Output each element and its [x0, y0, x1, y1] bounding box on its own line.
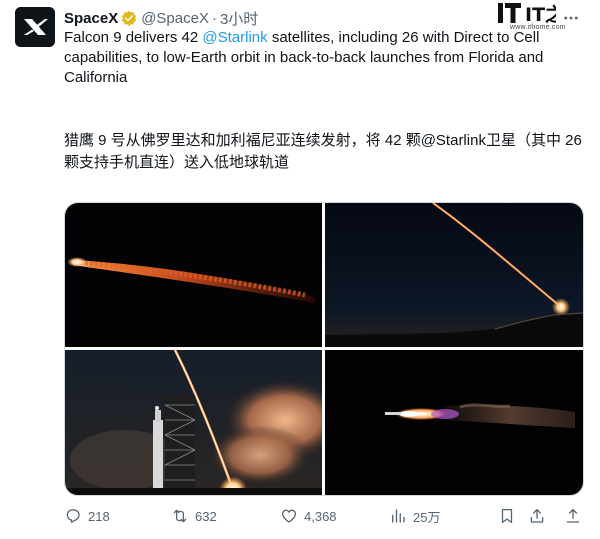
tweet-header: SpaceX @SpaceX · 3小时 [64, 8, 258, 28]
more-share-button[interactable] [564, 505, 582, 527]
rocket-night-icon [65, 203, 322, 347]
photo-launch-trail[interactable] [325, 203, 583, 347]
retweet-button[interactable]: 632 [171, 505, 217, 527]
upload-icon [566, 508, 580, 523]
launch-pad-icon [65, 350, 322, 495]
bookmark-icon [501, 508, 513, 524]
like-button[interactable]: 4,368 [280, 505, 337, 527]
more-horizontal-icon [564, 16, 578, 20]
author-name[interactable]: SpaceX [64, 10, 118, 27]
media-grid [64, 202, 584, 496]
avatar[interactable] [15, 7, 55, 47]
views-chart-icon [392, 509, 405, 523]
rocket-flame-icon [325, 350, 583, 495]
tweet-text-english: Falcon 9 delivers 42 @Starlink satellite… [64, 28, 584, 88]
watermark-logo-text: IT之家 [525, 3, 556, 25]
bookmark-button[interactable] [498, 505, 516, 527]
share-button[interactable] [528, 505, 546, 527]
reply-count: 218 [88, 508, 110, 524]
timestamp[interactable]: 3小时 [220, 8, 258, 29]
text-segment: Falcon 9 delivers 42 [64, 29, 203, 46]
like-count: 4,368 [304, 508, 337, 524]
retweet-icon [173, 509, 187, 523]
share-icon [530, 508, 544, 523]
spacex-logo-icon [15, 7, 55, 47]
heart-icon [281, 509, 297, 523]
photo-rocket-flame[interactable] [325, 350, 583, 495]
photo-launch-pad[interactable] [65, 350, 322, 495]
separator-dot: · [211, 9, 217, 27]
tweet-text-chinese: 猎鹰 9 号从佛罗里达和加利福尼亚连续发射，将 42 颗@Starlink卫星（… [64, 132, 582, 171]
retweet-count: 632 [195, 508, 217, 524]
more-options-button[interactable] [560, 9, 582, 27]
verified-icon [121, 10, 137, 26]
photo-rocket-night[interactable] [65, 203, 322, 347]
reply-button[interactable]: 218 [64, 505, 110, 527]
author-handle[interactable]: @SpaceX [141, 10, 209, 27]
tweet[interactable]: SpaceX @SpaceX · 3小时 IT之家 www.ithome.com… [0, 0, 600, 539]
views-count: 25万 [413, 509, 441, 525]
reply-icon [66, 509, 80, 523]
ithome-logo-icon: IT之家 [498, 3, 556, 25]
starlink-mention-link[interactable]: @Starlink [202, 29, 267, 46]
tweet-actions: 218 632 4,368 25万 [64, 505, 584, 527]
launch-trail-icon [325, 203, 583, 347]
views-button[interactable]: 25万 [389, 505, 440, 527]
